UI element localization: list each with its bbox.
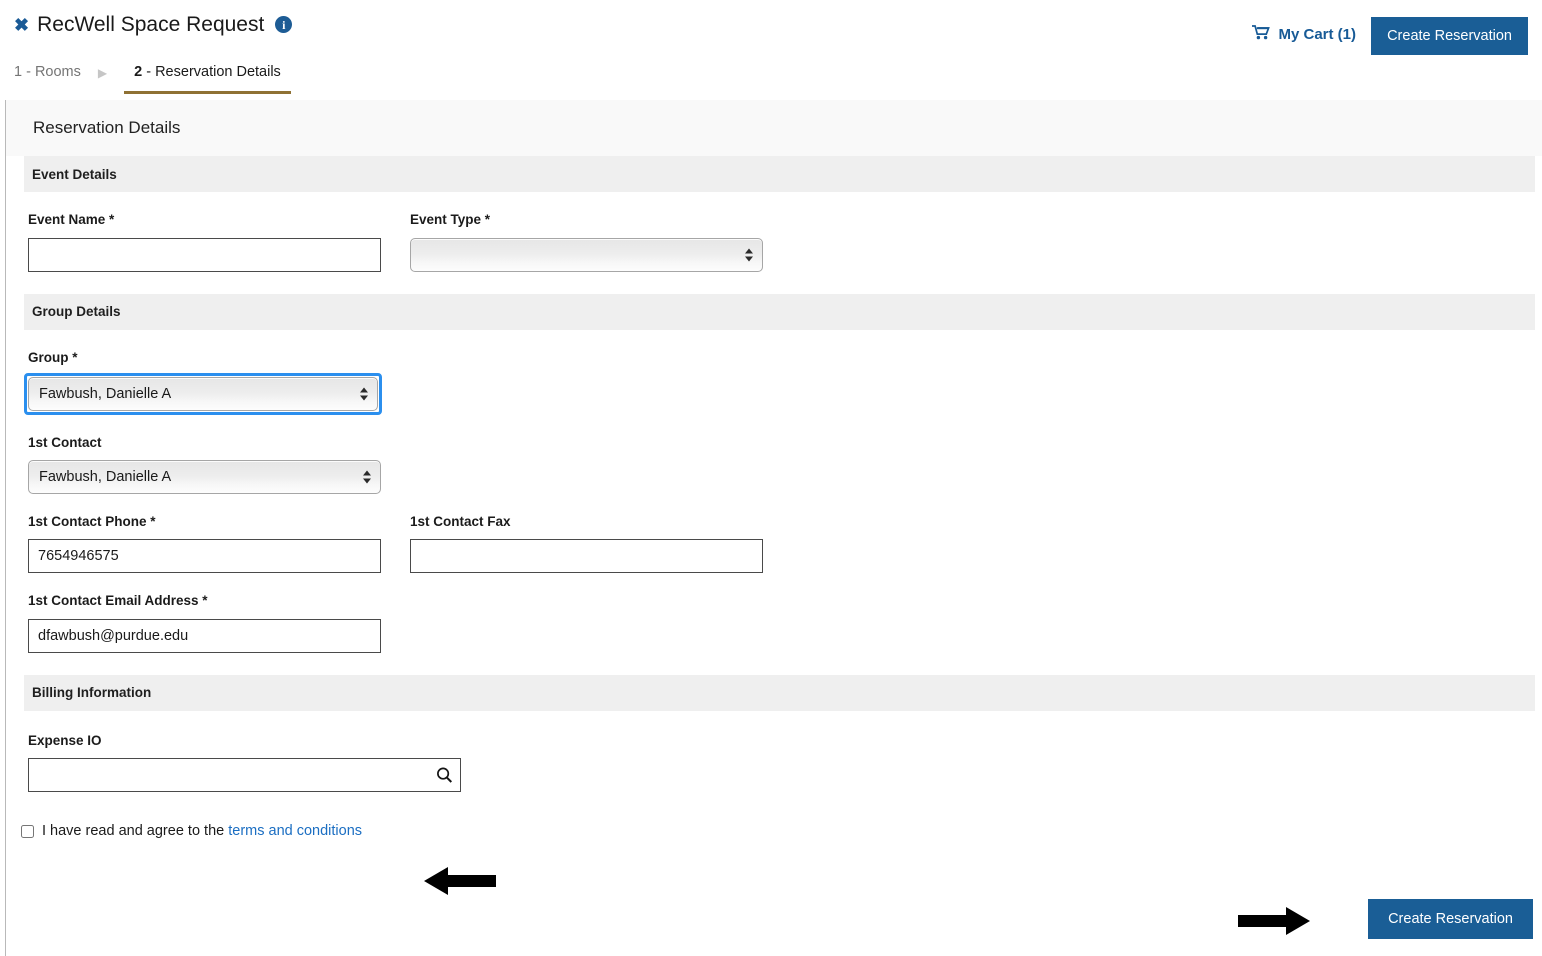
stepper-arrows-icon [363,470,371,483]
first-contact-phone-label: 1st Contact Phone * [28,515,381,529]
first-contact-email-label: 1st Contact Email Address * [28,594,1542,608]
my-cart-link[interactable]: My Cart (1) [1252,25,1356,44]
create-reservation-button-bottom[interactable]: Create Reservation [1368,899,1533,939]
event-name-label: Event Name * [28,213,381,227]
stepper-arrows-icon [745,248,753,261]
breadcrumb: 1 - Rooms ▶ 2 - Reservation Details [14,62,291,100]
terms-agreement-prefix: I have read and agree to the [42,823,224,839]
group-label: Group * [28,351,1542,365]
tab-reservation-details-label: - Reservation Details [142,64,281,80]
first-contact-fax-input[interactable] [410,539,763,573]
group-select-value: Fawbush, Danielle A [39,386,171,402]
group-select[interactable]: Fawbush, Danielle A [28,377,378,411]
tab-reservation-details[interactable]: 2 - Reservation Details [124,62,291,94]
section-header-event-details: Event Details [24,156,1535,192]
title-group: ✖ RecWell Space Request i [14,14,292,35]
first-contact-email-input[interactable] [28,619,381,653]
event-type-select[interactable] [410,238,763,272]
first-contact-phone-input[interactable] [28,539,381,573]
group-select-focus-ring: Fawbush, Danielle A [24,373,382,415]
stepper-arrows-icon [360,388,368,401]
terms-agreement-text: I have read and agree to the terms and c… [42,823,362,839]
close-icon[interactable]: ✖ [14,16,28,34]
expense-io-input[interactable] [28,758,461,792]
tab-reservation-details-number: 2 [134,64,142,80]
terms-agreement-row: I have read and agree to the terms and c… [21,823,1542,839]
terms-and-conditions-link[interactable]: terms and conditions [228,823,362,839]
first-contact-fax-label: 1st Contact Fax [410,515,763,529]
first-contact-select-value: Fawbush, Danielle A [39,469,171,485]
first-contact-label: 1st Contact [28,436,1542,450]
billing-information-fields: Expense IO I have read and agree to the … [6,711,1542,840]
section-header-group-details: Group Details [24,294,1535,330]
search-icon[interactable] [436,767,453,784]
right-arrow-icon [1238,906,1310,941]
terms-agreement-checkbox[interactable] [21,825,34,838]
tab-rooms[interactable]: 1 - Rooms [14,62,81,91]
recwell-space-request-page: ✖ RecWell Space Request i My Cart (1) Cr… [0,0,1542,956]
section-header-billing-information: Billing Information [24,675,1535,711]
shopping-cart-icon [1252,25,1270,44]
event-details-fields: Event Name * Event Type * [6,192,1542,294]
event-type-label: Event Type * [410,213,763,227]
breadcrumb-chevron-right-icon: ▶ [98,64,107,82]
expense-io-label: Expense IO [28,734,1542,748]
first-contact-select[interactable]: Fawbush, Danielle A [28,460,381,494]
expense-io-field [28,758,461,792]
info-icon[interactable]: i [275,16,292,33]
page-title: RecWell Space Request [37,14,264,35]
left-arrow-icon [424,866,496,901]
create-reservation-button-top[interactable]: Create Reservation [1371,17,1528,55]
reservation-details-panel: Reservation Details Event Details Event … [5,100,1542,956]
group-details-fields: Group * Fawbush, Danielle A 1st Contact … [6,330,1542,675]
my-cart-label: My Cart (1) [1278,26,1356,43]
event-name-input[interactable] [28,238,381,272]
top-bar: ✖ RecWell Space Request i My Cart (1) Cr… [0,0,1542,58]
panel-title: Reservation Details [6,100,1542,156]
